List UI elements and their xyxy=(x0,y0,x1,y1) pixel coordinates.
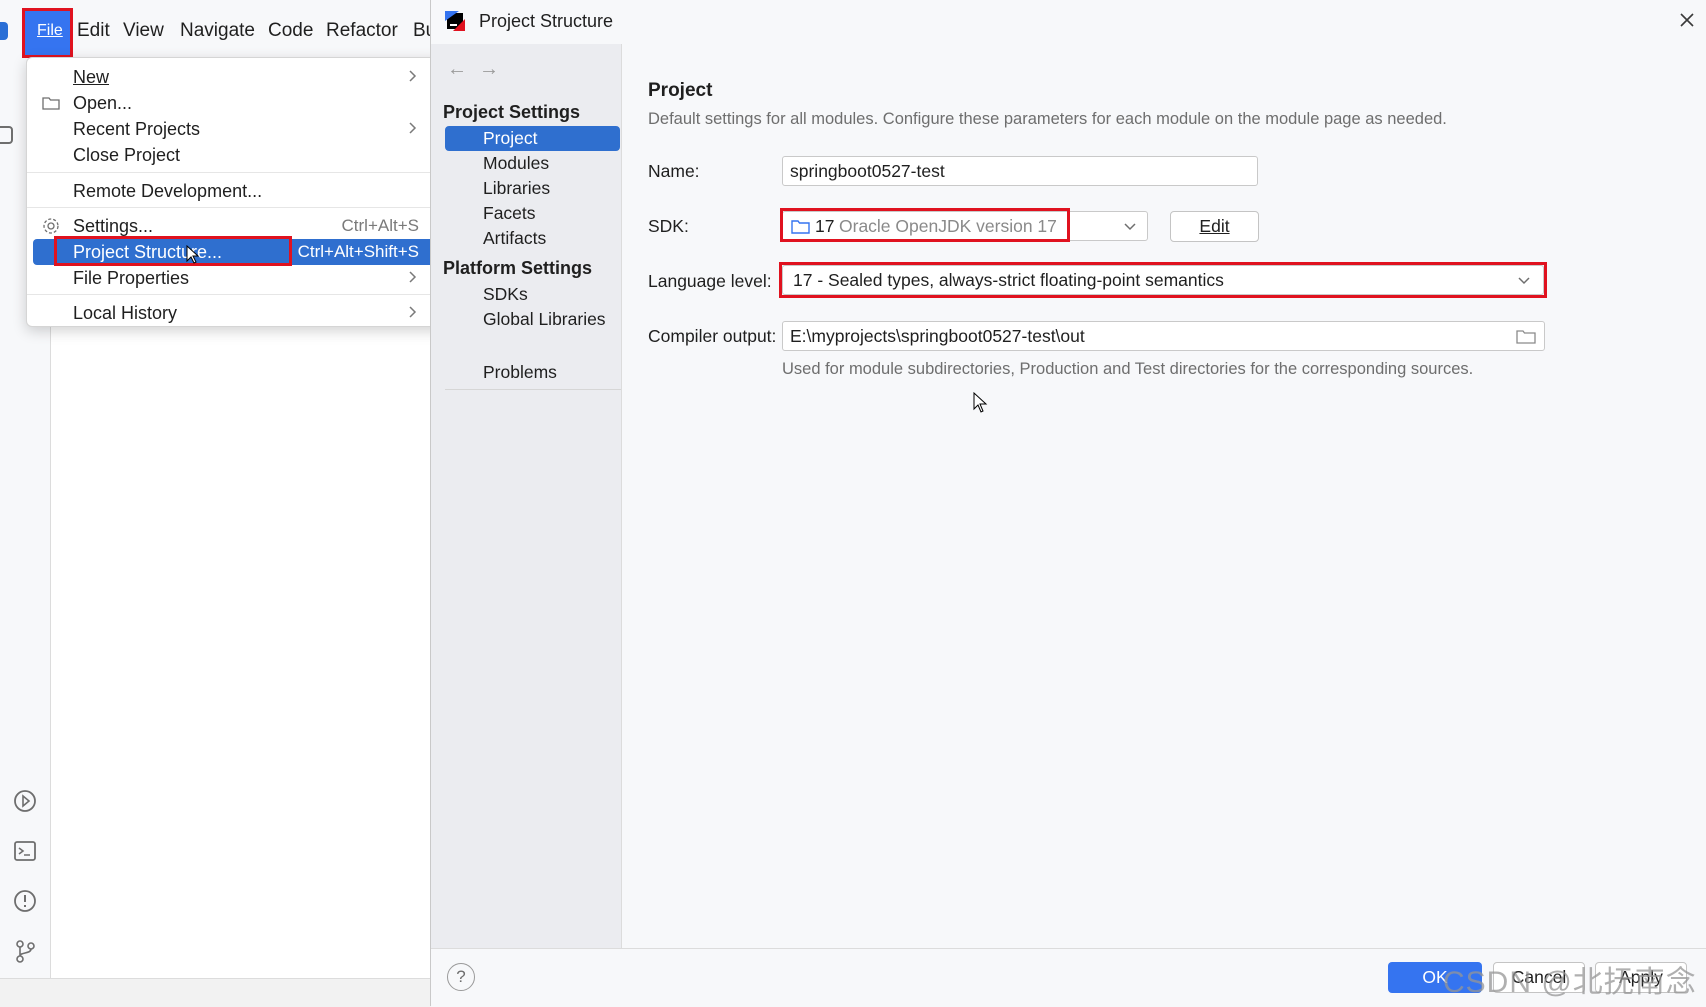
nav-item-label: Project xyxy=(483,128,538,148)
name-field-value: springboot0527-test xyxy=(790,161,945,181)
ide-status-bar xyxy=(0,978,432,1007)
mouse-cursor-icon xyxy=(186,245,200,264)
menu-view[interactable]: View xyxy=(123,20,164,42)
highlight-box xyxy=(54,236,292,266)
nav-item-label: Libraries xyxy=(483,178,551,198)
back-arrow-icon[interactable]: ← xyxy=(447,58,467,81)
menu-code[interactable]: Code xyxy=(268,20,313,42)
menu-item-close-project[interactable]: Close Project xyxy=(33,142,435,168)
project-structure-dialog: Project Structure ← → Project Settings P… xyxy=(430,0,1706,1007)
menu-separator xyxy=(27,294,441,295)
intellij-logo-icon xyxy=(445,11,465,31)
menu-navigate[interactable]: Navigate xyxy=(180,20,255,42)
sdk-edit-label: Edit xyxy=(1199,216,1230,236)
panel-title: Project xyxy=(648,80,713,101)
nav-item-libraries[interactable]: Libraries xyxy=(445,176,621,201)
compiler-output-label: Compiler output: xyxy=(648,326,777,346)
menu-separator xyxy=(27,207,441,208)
dialog-title: Project Structure xyxy=(479,11,614,31)
sdk-label: SDK: xyxy=(648,216,689,236)
ide-logo-icon xyxy=(0,22,8,40)
menu-edit[interactable]: Edit xyxy=(77,20,110,42)
forward-arrow-icon[interactable]: → xyxy=(479,58,499,81)
nav-header-platform-settings: Platform Settings xyxy=(443,258,593,278)
nav-item-facets[interactable]: Facets xyxy=(445,201,621,226)
name-field[interactable]: springboot0527-test xyxy=(782,156,1258,186)
nav-item-label: Modules xyxy=(483,153,550,173)
gear-icon xyxy=(43,218,59,234)
run-icon[interactable] xyxy=(12,788,38,814)
nav-divider xyxy=(445,389,621,390)
menu-refactor[interactable]: Refactor xyxy=(326,20,398,42)
chevron-right-icon xyxy=(409,271,417,283)
problems-icon[interactable] xyxy=(12,888,38,914)
name-label: Name: xyxy=(648,161,700,181)
chevron-right-icon xyxy=(409,122,417,134)
nav-item-modules[interactable]: Modules xyxy=(445,151,621,176)
menu-item-recent-projects[interactable]: Recent Projects xyxy=(33,116,435,142)
folder-icon xyxy=(42,97,60,110)
watermark: CSDN @北抚南念 xyxy=(1443,966,1697,999)
chevron-right-icon xyxy=(409,306,417,318)
browse-folder-icon[interactable] xyxy=(1516,328,1536,345)
chevron-down-icon xyxy=(1124,223,1136,231)
close-icon[interactable] xyxy=(1675,8,1699,32)
menu-item-open[interactable]: Open... xyxy=(33,90,435,116)
nav-item-label: SDKs xyxy=(483,284,528,304)
compiler-output-value: E:\myprojects\springboot0527-test\out xyxy=(790,326,1085,346)
nav-item-label: Artifacts xyxy=(483,228,547,248)
mouse-cursor-icon xyxy=(973,392,988,413)
menu-item-label: New xyxy=(73,67,110,87)
menu-item-shortcut: Ctrl+Alt+Shift+S xyxy=(297,242,419,261)
language-level-label: Language level: xyxy=(648,271,772,291)
dialog-title-bar: Project Structure xyxy=(431,0,1706,45)
nav-item-global-libraries[interactable]: Global Libraries xyxy=(445,307,621,332)
nav-header-project-settings: Project Settings xyxy=(443,102,581,122)
nav-item-label: Global Libraries xyxy=(483,309,606,329)
menu-item-label: File Properties xyxy=(73,268,190,288)
terminal-icon[interactable] xyxy=(12,838,38,864)
compiler-output-hint: Used for module subdirectories, Producti… xyxy=(782,360,1474,378)
menu-separator xyxy=(27,172,441,173)
menu-file-label: File xyxy=(37,22,63,39)
dialog-main-panel: Project Default settings for all modules… xyxy=(622,44,1706,948)
git-icon[interactable] xyxy=(12,938,38,964)
nav-item-problems[interactable]: Problems xyxy=(445,360,621,385)
menu-item-label: Open... xyxy=(73,93,133,113)
menu-item-label: Recent Projects xyxy=(73,119,201,139)
menu-item-label: Settings... xyxy=(73,216,154,236)
menu-file[interactable]: File xyxy=(22,8,73,58)
dialog-button-bar: ? OK Cancel Apply CSDN @北抚南念 xyxy=(431,948,1706,1007)
menu-item-shortcut: Ctrl+Alt+S xyxy=(341,216,419,235)
nav-item-sdks[interactable]: SDKs xyxy=(445,282,621,307)
project-tool-icon[interactable] xyxy=(0,122,26,148)
sdk-edit-button[interactable]: Edit xyxy=(1170,211,1259,242)
highlight-box xyxy=(779,262,1547,298)
chevron-right-icon xyxy=(409,70,417,82)
file-menu-popup: New Open... Recent Projects Close Projec… xyxy=(26,57,444,327)
nav-item-project[interactable]: Project xyxy=(445,126,620,151)
menu-item-label: Local History xyxy=(73,303,178,323)
nav-item-label: Facets xyxy=(483,203,536,223)
menu-item-label: Close Project xyxy=(73,145,181,165)
compiler-output-field[interactable]: E:\myprojects\springboot0527-test\out xyxy=(782,321,1545,351)
nav-item-label: Problems xyxy=(483,362,557,382)
menu-item-new[interactable]: New xyxy=(33,64,435,90)
menu-item-remote-development[interactable]: Remote Development... xyxy=(33,178,435,204)
highlight-box xyxy=(780,208,1070,242)
menu-item-file-properties[interactable]: File Properties xyxy=(33,265,435,291)
help-button[interactable]: ? xyxy=(447,963,475,991)
ide-menubar: File Edit View Navigate Code Refactor Bu… xyxy=(0,0,445,62)
panel-description: Default settings for all modules. Config… xyxy=(648,110,1447,128)
dialog-nav-sidebar: ← → Project Settings Project Modules Lib… xyxy=(431,44,622,987)
menu-item-label: Remote Development... xyxy=(73,181,263,201)
menu-item-local-history[interactable]: Local History xyxy=(33,300,435,326)
nav-item-artifacts[interactable]: Artifacts xyxy=(445,226,621,251)
